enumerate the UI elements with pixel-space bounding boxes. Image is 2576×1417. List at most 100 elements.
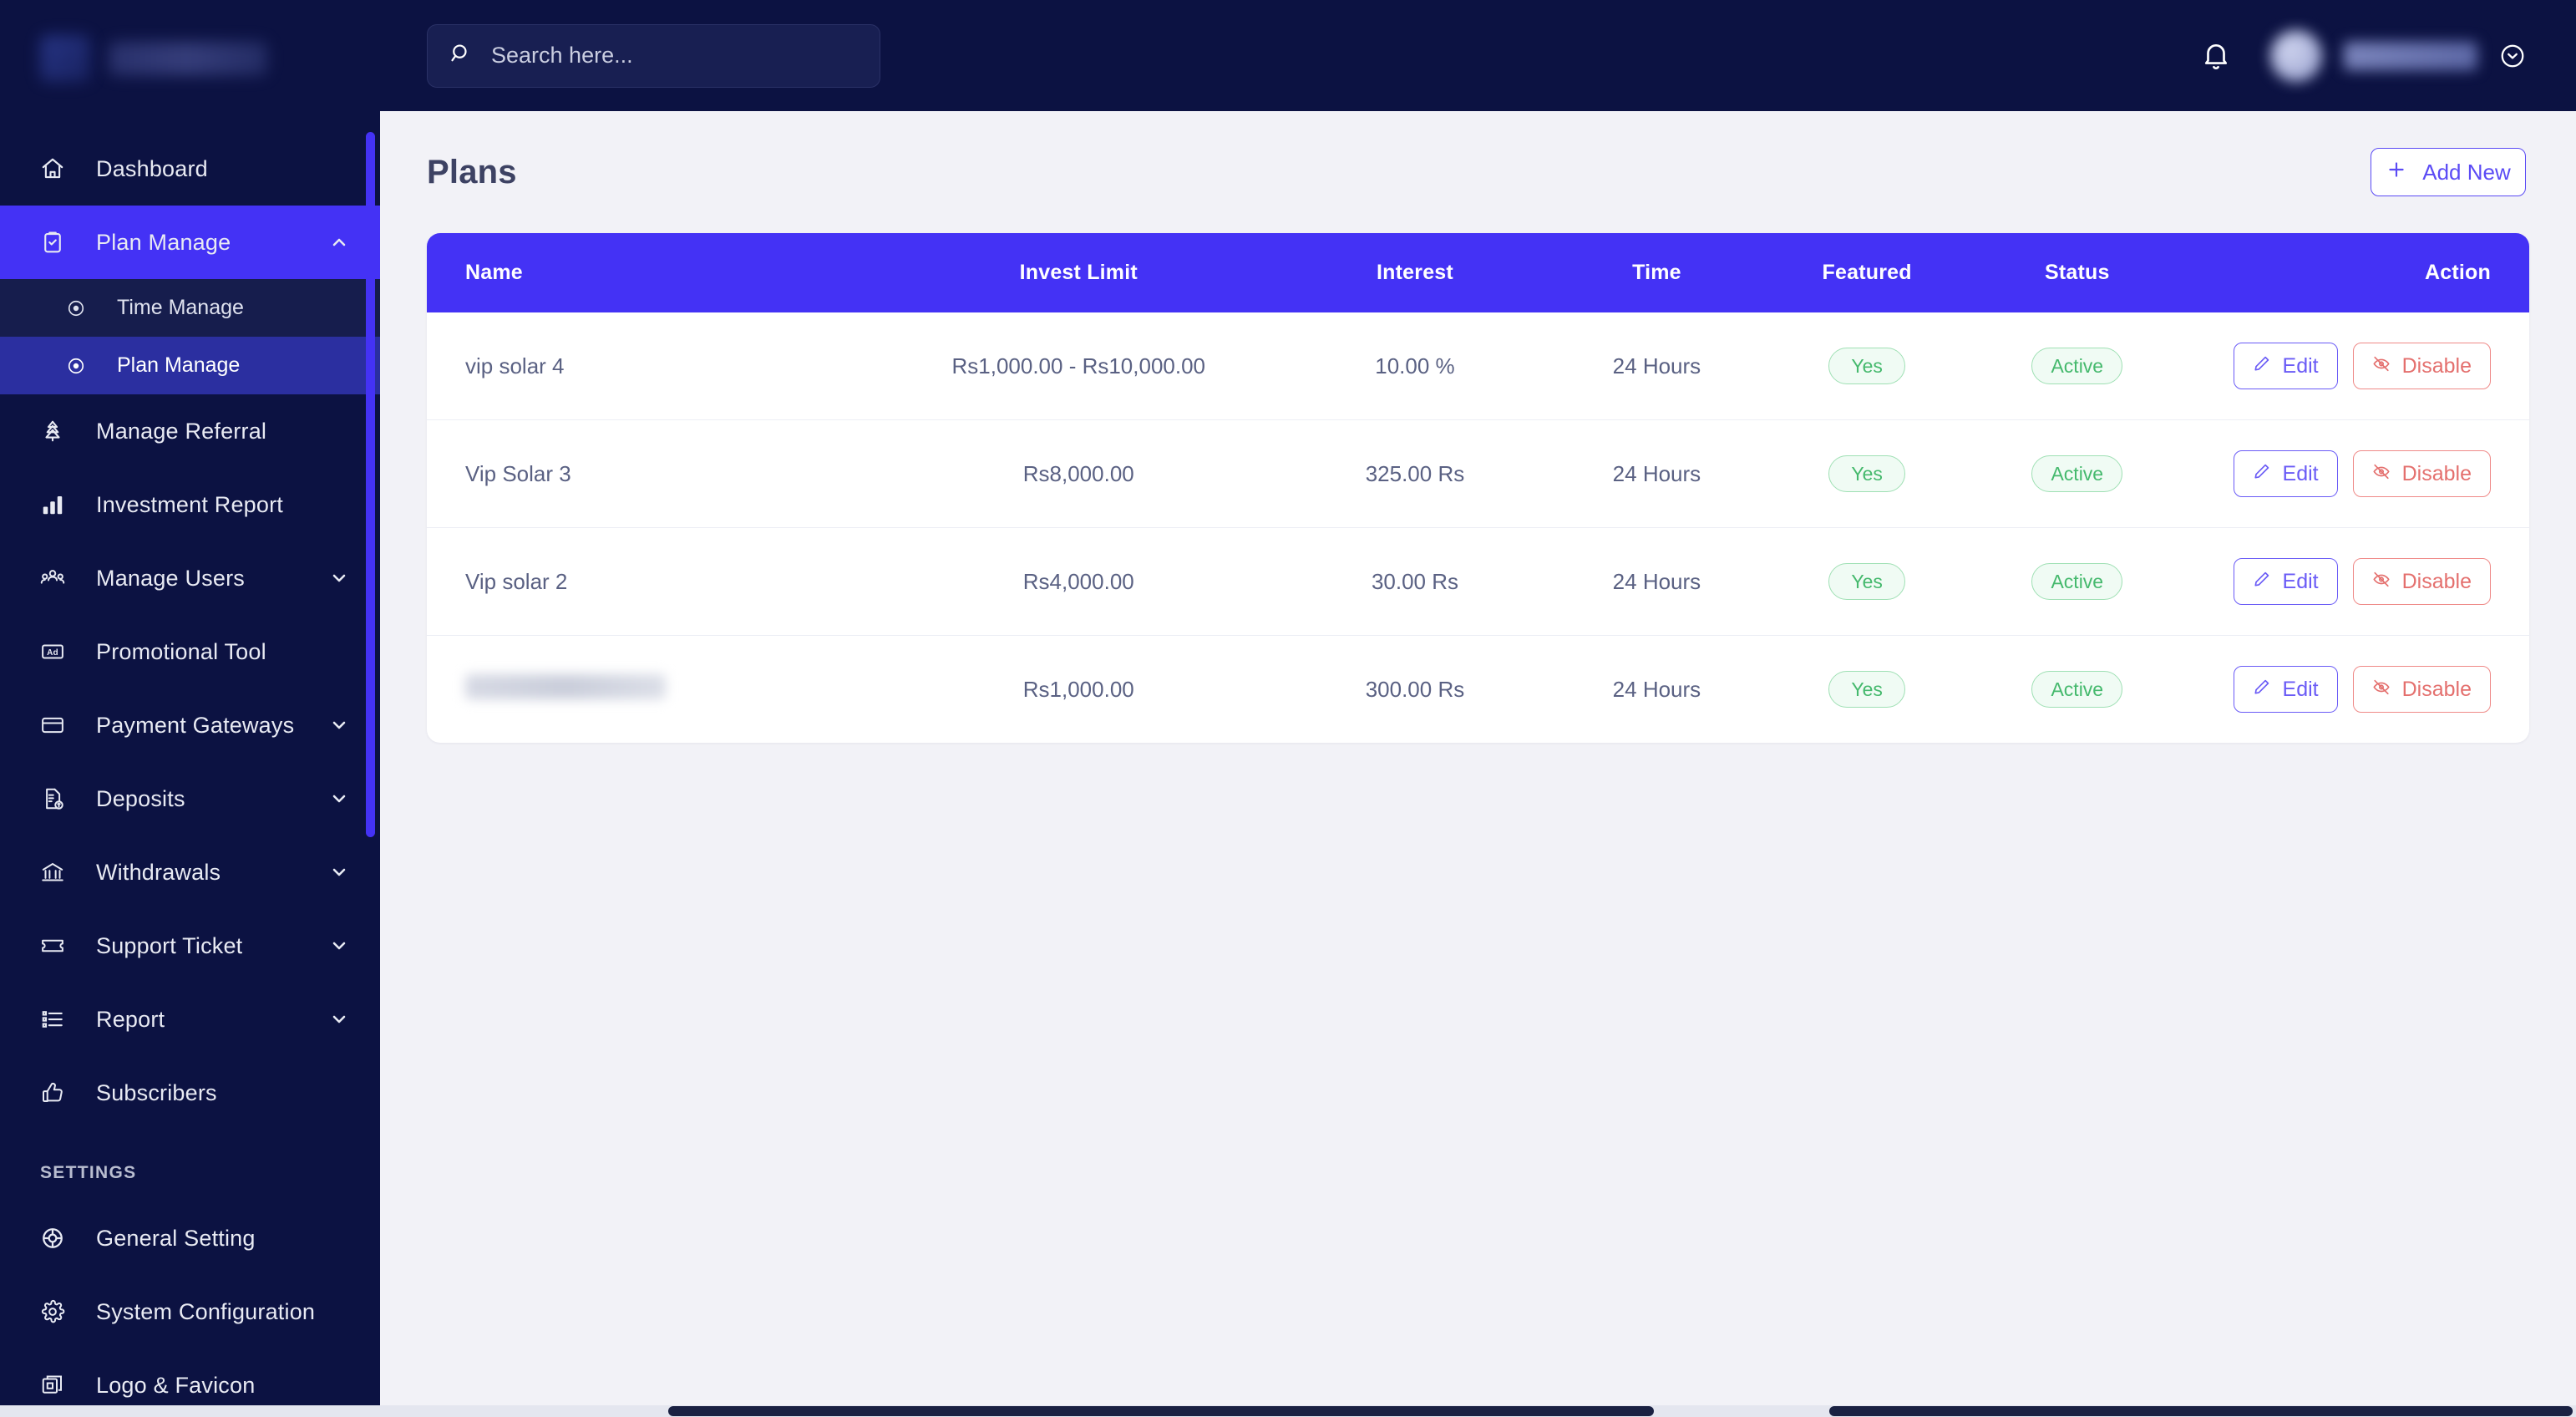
- ad-icon: Ad: [40, 639, 75, 664]
- gear-icon: [40, 1299, 75, 1324]
- cell-invest-limit: Rs4,000.00: [879, 527, 1279, 636]
- disable-button[interactable]: Disable: [2352, 558, 2491, 605]
- list-icon: [40, 1007, 75, 1032]
- sidebar-item-label: System Configuration: [96, 1298, 316, 1324]
- table-row: Vip Solar 3 Rs8,000.00 325.00 Rs 24 Hour…: [427, 419, 2529, 528]
- sidebar-item-deposits[interactable]: Deposits: [0, 762, 380, 835]
- search-icon: [449, 42, 473, 69]
- admin-dashboard-page: Dashboard Plan Manage Time Manage Plan M…: [0, 0, 2576, 1417]
- plans-table-card: Name Invest Limit Interest Time Featured…: [427, 233, 2529, 743]
- page-body: Plans Add New Name Invest Limit Interest…: [380, 111, 2576, 743]
- sidebar-item-plan-manage[interactable]: Plan Manage: [0, 206, 380, 279]
- chevron-down-icon[interactable]: [327, 789, 352, 809]
- plans-table: Name Invest Limit Interest Time Featured…: [427, 233, 2529, 743]
- edit-label: Edit: [2282, 461, 2319, 485]
- pencil-icon: [2253, 354, 2271, 378]
- sidebar-item-label: Deposits: [96, 785, 185, 811]
- cell-interest: 325.00 Rs: [1278, 419, 1552, 528]
- bank-icon: [40, 860, 75, 885]
- table-row: Vip solar 2 Rs4,000.00 30.00 Rs 24 Hours…: [427, 527, 2529, 636]
- sidebar-item-promotional-tool[interactable]: Ad Promotional Tool: [0, 615, 380, 688]
- chevron-down-circle-icon[interactable]: [2499, 43, 2526, 69]
- sidebar-item-label: Manage Referral: [96, 418, 267, 444]
- cell-featured: Yes: [1762, 527, 1972, 636]
- sidebar-subitem-plan-manage[interactable]: Plan Manage: [0, 337, 380, 394]
- chevron-down-icon[interactable]: [327, 568, 352, 588]
- sidebar-item-subscribers[interactable]: Subscribers: [0, 1056, 380, 1130]
- edit-button[interactable]: Edit: [2233, 558, 2338, 605]
- edit-label: Edit: [2282, 353, 2319, 378]
- horizontal-scrollbar[interactable]: [0, 1405, 2576, 1417]
- cell-invest-limit: Rs8,000.00: [879, 419, 1279, 528]
- sidebar-item-general-setting[interactable]: General Setting: [0, 1201, 380, 1275]
- sidebar-item-dashboard[interactable]: Dashboard: [0, 132, 380, 206]
- cell-status: Active: [1971, 419, 2183, 528]
- sidebar-item-report[interactable]: Report: [0, 983, 380, 1056]
- chevron-down-icon[interactable]: [327, 1009, 352, 1029]
- row-actions: Edit Disable: [2233, 343, 2491, 389]
- column-header-status: Status: [1971, 233, 2183, 312]
- bell-icon[interactable]: [2200, 40, 2232, 72]
- disable-button[interactable]: Disable: [2352, 343, 2491, 389]
- chevron-down-icon[interactable]: [327, 936, 352, 956]
- horizontal-scrollbar-thumb[interactable]: [668, 1406, 1654, 1416]
- sidebar-scrollbar-thumb[interactable]: [366, 132, 375, 837]
- main-content: Search here... Plans Add New Name Invest…: [380, 0, 2576, 1417]
- search-input[interactable]: Search here...: [427, 23, 880, 88]
- sidebar-item-label: Support Ticket: [96, 932, 243, 958]
- cell-status: Active: [1971, 635, 2183, 743]
- disable-button[interactable]: Disable: [2352, 450, 2491, 497]
- disable-label: Disable: [2401, 677, 2472, 701]
- profile-menu[interactable]: [2270, 29, 2526, 82]
- users-group-icon: [40, 566, 75, 591]
- featured-badge: Yes: [1828, 348, 1906, 384]
- edit-button[interactable]: Edit: [2233, 343, 2338, 389]
- sidebar-item-manage-users[interactable]: Manage Users: [0, 541, 380, 615]
- plus-icon: [2386, 159, 2407, 186]
- edit-button[interactable]: Edit: [2233, 666, 2338, 713]
- eye-off-icon: [2372, 570, 2391, 594]
- column-header-interest: Interest: [1278, 233, 1552, 312]
- svg-text:Ad: Ad: [47, 648, 58, 658]
- sidebar-item-investment-report[interactable]: Investment Report: [0, 468, 380, 541]
- sidebar-item-support-ticket[interactable]: Support Ticket: [0, 909, 380, 983]
- logo-wordmark: [109, 42, 267, 75]
- cell-name: vip solar 4: [465, 353, 565, 378]
- chevron-down-icon[interactable]: [327, 862, 352, 882]
- cell-status: Active: [1972, 312, 2183, 420]
- column-header-name: Name: [427, 233, 880, 312]
- layers-icon: [40, 1373, 75, 1398]
- sidebar-item-label: Manage Users: [96, 565, 245, 591]
- sidebar-subitem-label: Time Manage: [117, 296, 244, 319]
- bar-chart-icon: [40, 492, 75, 517]
- cell-name: [427, 635, 880, 743]
- cell-featured: Yes: [1762, 419, 1972, 528]
- table-body: vip solar 4 Rs1,000.00 - Rs10,000.00 10.…: [427, 312, 2529, 743]
- eye-off-icon: [2372, 678, 2391, 702]
- status-badge: Active: [2031, 563, 2123, 600]
- sidebar-item-withdrawals[interactable]: Withdrawals: [0, 835, 380, 909]
- cell-interest: 300.00 Rs: [1278, 635, 1552, 743]
- add-new-button[interactable]: Add New: [2371, 148, 2526, 196]
- sidebar-subitem-time-manage[interactable]: Time Manage: [0, 279, 380, 337]
- sidebar-item-system-configuration[interactable]: System Configuration: [0, 1275, 380, 1348]
- horizontal-scrollbar-thumb-secondary[interactable]: [1829, 1406, 2573, 1416]
- table-head: Name Invest Limit Interest Time Featured…: [427, 233, 2529, 312]
- table-row: vip solar 4 Rs1,000.00 - Rs10,000.00 10.…: [427, 312, 2529, 420]
- sidebar-nav: Dashboard Plan Manage Time Manage Plan M…: [0, 117, 380, 1417]
- chevron-down-icon[interactable]: [327, 715, 352, 735]
- cell-action: Edit Disable: [2183, 312, 2529, 420]
- featured-badge: Yes: [1828, 671, 1906, 708]
- redacted-name: [465, 673, 666, 699]
- table-row: Rs1,000.00 300.00 Rs 24 Hours Yes Active…: [427, 635, 2529, 743]
- chevron-up-icon[interactable]: [327, 232, 352, 252]
- logo-mark-icon: [40, 35, 90, 82]
- edit-button[interactable]: Edit: [2233, 450, 2338, 497]
- disable-button[interactable]: Disable: [2352, 666, 2491, 713]
- sidebar-item-payment-gateways[interactable]: Payment Gateways: [0, 688, 380, 762]
- sidebar-item-manage-referral[interactable]: Manage Referral: [0, 394, 380, 468]
- column-header-invest-limit: Invest Limit: [879, 233, 1279, 312]
- brand-logo[interactable]: [0, 0, 380, 117]
- edit-label: Edit: [2282, 677, 2319, 701]
- sidebar-scrollbar[interactable]: [366, 0, 375, 1417]
